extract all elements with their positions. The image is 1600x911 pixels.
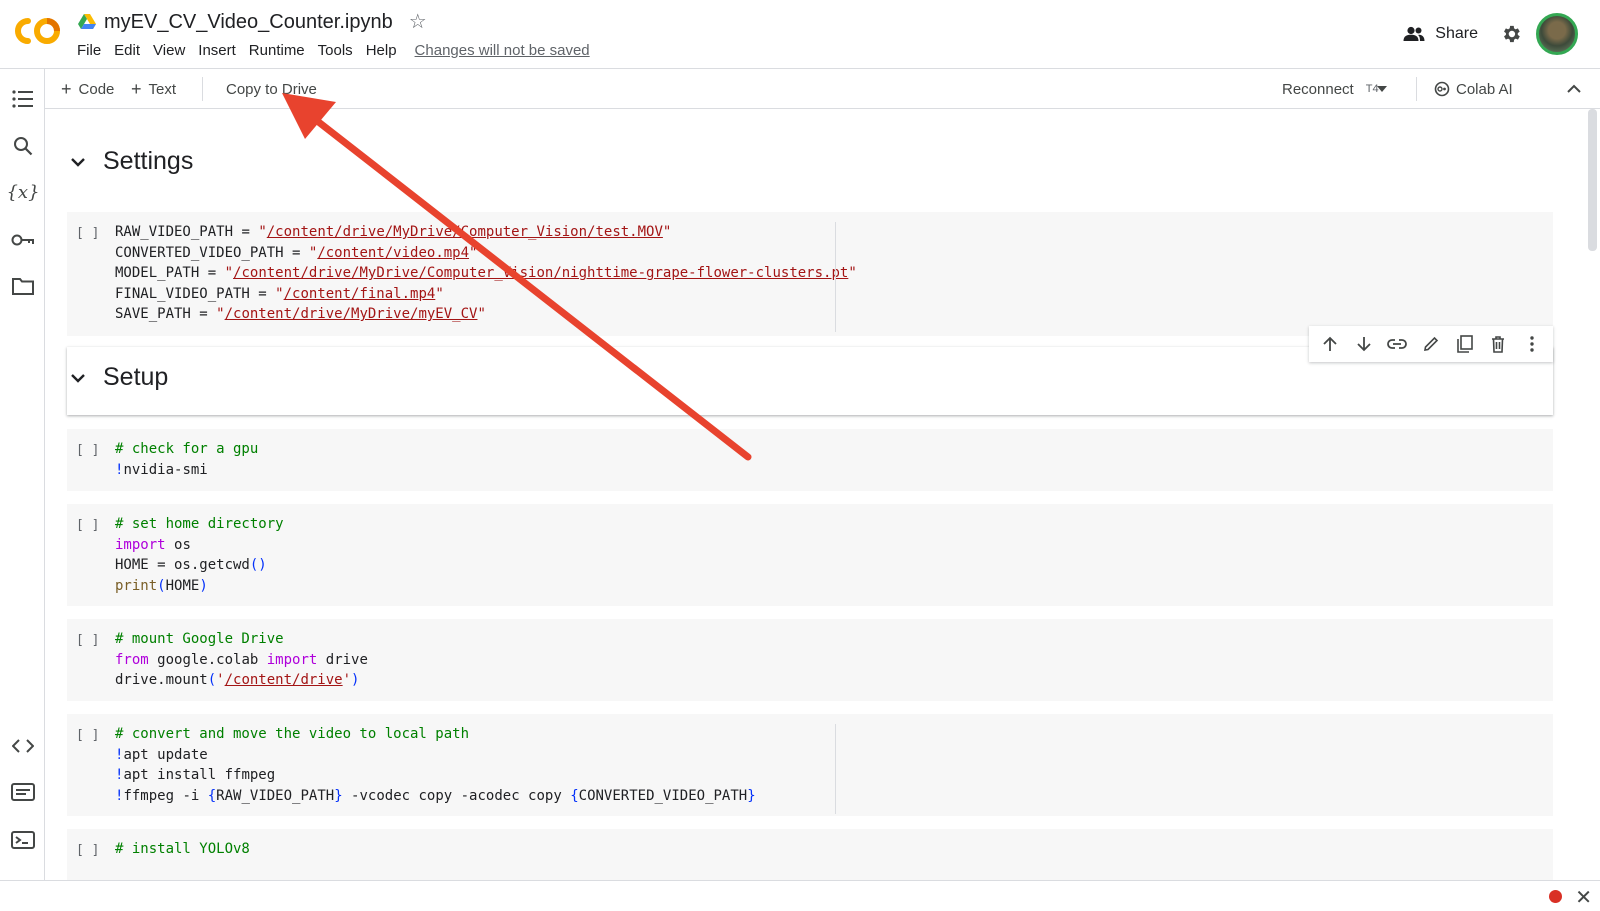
runtime-dropdown-button[interactable] [1377,69,1387,109]
variables-icon[interactable]: {x} [6,180,39,204]
menu-help[interactable]: Help [366,42,397,59]
status-bar: ✕ [0,880,1600,911]
share-label: Share [1435,25,1478,42]
colab-ai-label: Colab AI [1456,80,1513,98]
code-editor[interactable]: # mount Google Drive from google.colab i… [115,629,368,691]
app-header: myEV_CV_Video_Counter.ipynb ☆ File Edit … [0,0,1600,69]
collapse-header-button[interactable] [1567,69,1581,109]
notebook-toolbar: + Code + Text Copy to Drive Reconnect T4… [45,69,1600,109]
menu-edit[interactable]: Edit [114,42,140,59]
delete-icon[interactable] [1488,334,1508,354]
star-icon[interactable]: ☆ [409,12,427,32]
add-text-cell-button[interactable]: + Text [131,69,176,109]
colab-ai-button[interactable]: Colab AI [1434,69,1513,109]
colab-logo[interactable] [14,14,62,48]
menu-view[interactable]: View [153,42,185,59]
code-cell-home[interactable]: [ ] # set home directory import os HOME … [67,504,1553,606]
code-cell-settings[interactable]: [ ] RAW_VIDEO_PATH = "/content/drive/MyD… [67,212,1553,336]
ruler-line [835,222,836,332]
gear-icon[interactable] [1500,23,1522,45]
toolbar-divider [202,77,203,101]
run-cell-button[interactable]: [ ] [76,633,99,648]
scrollbar-thumb[interactable] [1588,109,1597,251]
title-row: myEV_CV_Video_Counter.ipynb ☆ [78,9,427,35]
reconnect-button[interactable]: Reconnect T4 [1282,69,1379,109]
terminal-icon[interactable] [11,828,35,852]
run-cell-button[interactable]: [ ] [76,226,99,241]
files-folder-icon[interactable] [11,274,35,298]
run-cell-button[interactable]: [ ] [76,443,99,458]
section-title-settings: Settings [103,147,194,175]
code-cell-convert[interactable]: [ ] # convert and move the video to loca… [67,714,1553,816]
setup-section-header[interactable]: Setup [67,363,168,392]
left-sidebar: {x} [0,69,45,880]
add-code-cell-button[interactable]: + Code [61,69,114,109]
copy-to-drive-button[interactable]: Copy to Drive [226,69,317,109]
people-icon [1403,26,1425,41]
changes-notice-link[interactable]: Changes will not be saved [415,42,590,59]
plus-icon: + [61,78,72,99]
add-code-label: Code [78,80,115,98]
menu-tools[interactable]: Tools [318,42,353,59]
code-cell-yolo[interactable]: [ ] # install YOLOv8 [67,829,1553,880]
google-drive-icon [78,14,96,29]
run-cell-button[interactable]: [ ] [76,518,99,533]
table-of-contents-icon[interactable] [11,87,35,111]
more-options-icon[interactable] [1522,334,1542,354]
menu-insert[interactable]: Insert [198,42,236,59]
search-icon[interactable] [11,134,35,158]
run-cell-button[interactable]: [ ] [76,843,99,858]
close-icon[interactable]: ✕ [1575,885,1592,910]
code-snippets-icon[interactable] [11,734,35,758]
edit-icon[interactable] [1421,334,1441,354]
secrets-key-icon[interactable] [11,228,35,252]
reconnect-label: Reconnect [1282,80,1354,98]
recording-indicator-icon [1549,890,1562,903]
menu-file[interactable]: File [77,42,101,59]
plus-icon: + [131,78,142,99]
colab-ai-icon [1434,81,1450,97]
code-editor[interactable]: RAW_VIDEO_PATH = "/content/drive/MyDrive… [115,222,857,325]
code-cell-mount[interactable]: [ ] # mount Google Drive from google.col… [67,619,1553,701]
notebook-title[interactable]: myEV_CV_Video_Counter.ipynb [104,11,393,34]
chevron-up-icon [1567,84,1581,93]
menu-bar: File Edit View Insert Runtime Tools Help… [77,42,590,59]
toolbar-divider [1416,77,1417,101]
ruler-line [835,724,836,814]
settings-section-header[interactable]: Settings [67,147,193,176]
section-title-setup: Setup [103,363,169,391]
link-icon[interactable] [1387,334,1408,354]
menu-runtime[interactable]: Runtime [249,42,305,59]
notebook-body: Settings [ ] RAW_VIDEO_PATH = "/content/… [45,109,1585,880]
chevron-down-icon[interactable] [67,367,89,389]
move-up-icon[interactable] [1320,334,1340,354]
code-editor[interactable]: # set home directory import os HOME = os… [115,514,284,596]
add-text-label: Text [148,80,177,98]
move-down-icon[interactable] [1354,334,1374,354]
code-editor[interactable]: # check for a gpu !nvidia-smi [115,439,258,480]
run-cell-button[interactable]: [ ] [76,728,99,743]
code-editor[interactable]: # convert and move the video to local pa… [115,724,756,806]
code-cell-gpu[interactable]: [ ] # check for a gpu !nvidia-smi [67,429,1553,491]
share-button[interactable]: Share [1403,25,1478,43]
notebook-scrollbar[interactable] [1585,109,1600,880]
avatar[interactable] [1536,13,1578,55]
header-actions: Share [1403,13,1578,55]
command-palette-icon[interactable] [11,780,35,804]
chevron-down-icon [1377,86,1387,92]
code-editor[interactable]: # install YOLOv8 [115,839,250,860]
chevron-down-icon[interactable] [67,151,89,173]
cell-toolbar [1309,326,1553,362]
mirror-cell-icon[interactable] [1455,334,1475,354]
